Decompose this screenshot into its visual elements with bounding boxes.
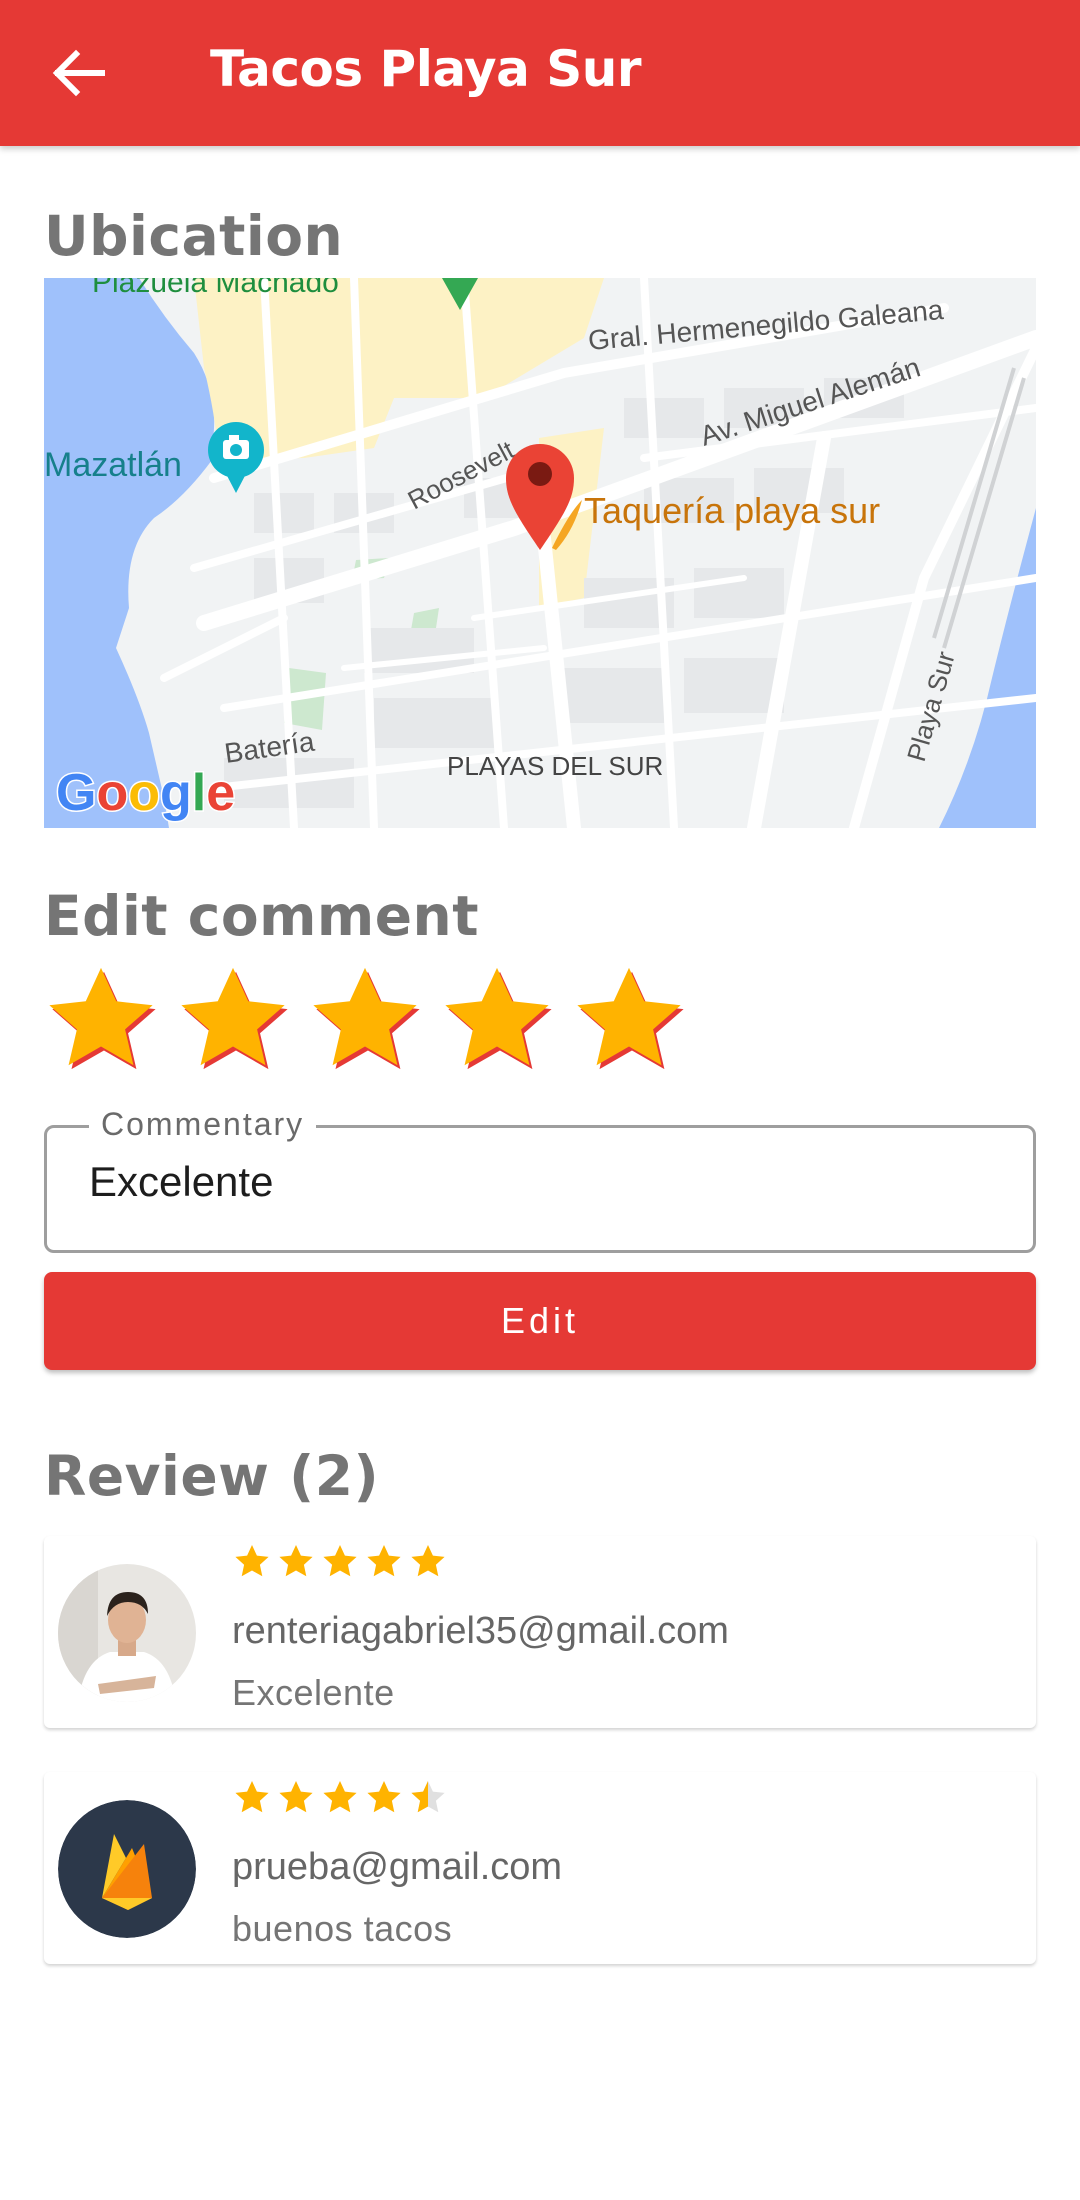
review-rating-stars [235, 1545, 445, 1577]
review-email: renteriagabriel35@gmail.com [232, 1610, 729, 1652]
back-button[interactable] [40, 38, 116, 108]
map-label-mazatlan: Mazatlán [44, 446, 182, 484]
rating-input [42, 960, 692, 1080]
review-comment: buenos tacos [232, 1908, 453, 1949]
review-card: renteriagabriel35@gmail.com Excelente [44, 1536, 1036, 1728]
map-view[interactable]: Plazuela Machado Gral. Hermenegildo Gale… [44, 278, 1036, 828]
review-card: prueba@gmail.com buenos tacos [44, 1772, 1036, 1964]
rating-star-2[interactable] [174, 960, 292, 1078]
ubication-heading: Ubication [44, 204, 344, 268]
edit-button[interactable]: Edit [44, 1272, 1036, 1370]
avatar [58, 1564, 196, 1702]
reviews-heading: Review (2) [44, 1444, 380, 1508]
google-logo: Google [56, 764, 235, 822]
map-label-place: Taquería playa sur [584, 490, 880, 531]
avatar [58, 1800, 196, 1938]
arrow-back-icon [52, 49, 105, 97]
app-bar: Tacos Playa Sur [0, 0, 1080, 146]
star-icon [577, 967, 684, 1070]
rating-star-5[interactable] [570, 960, 688, 1078]
review-comment: Excelente [232, 1672, 395, 1713]
commentary-field[interactable]: Commentary [44, 1106, 1036, 1253]
review-email: prueba@gmail.com [232, 1846, 563, 1888]
map-label-plazuela: Plazuela Machado [92, 278, 339, 299]
edit-comment-heading: Edit comment [44, 884, 479, 948]
star-icon [181, 967, 288, 1070]
star-icon [313, 967, 420, 1070]
commentary-input[interactable] [89, 1158, 969, 1206]
rating-star-3[interactable] [306, 960, 424, 1078]
review-rating-stars [235, 1781, 445, 1813]
star-icon [49, 967, 156, 1070]
rating-star-4[interactable] [438, 960, 556, 1078]
firebase-logo-icon [58, 1800, 196, 1938]
rating-star-1[interactable] [42, 960, 160, 1078]
star-icon [445, 967, 552, 1070]
page-title: Tacos Playa Sur [210, 40, 642, 98]
map-label-playas-del-sur: PLAYAS DEL SUR [447, 751, 663, 781]
commentary-label: Commentary [89, 1106, 317, 1143]
